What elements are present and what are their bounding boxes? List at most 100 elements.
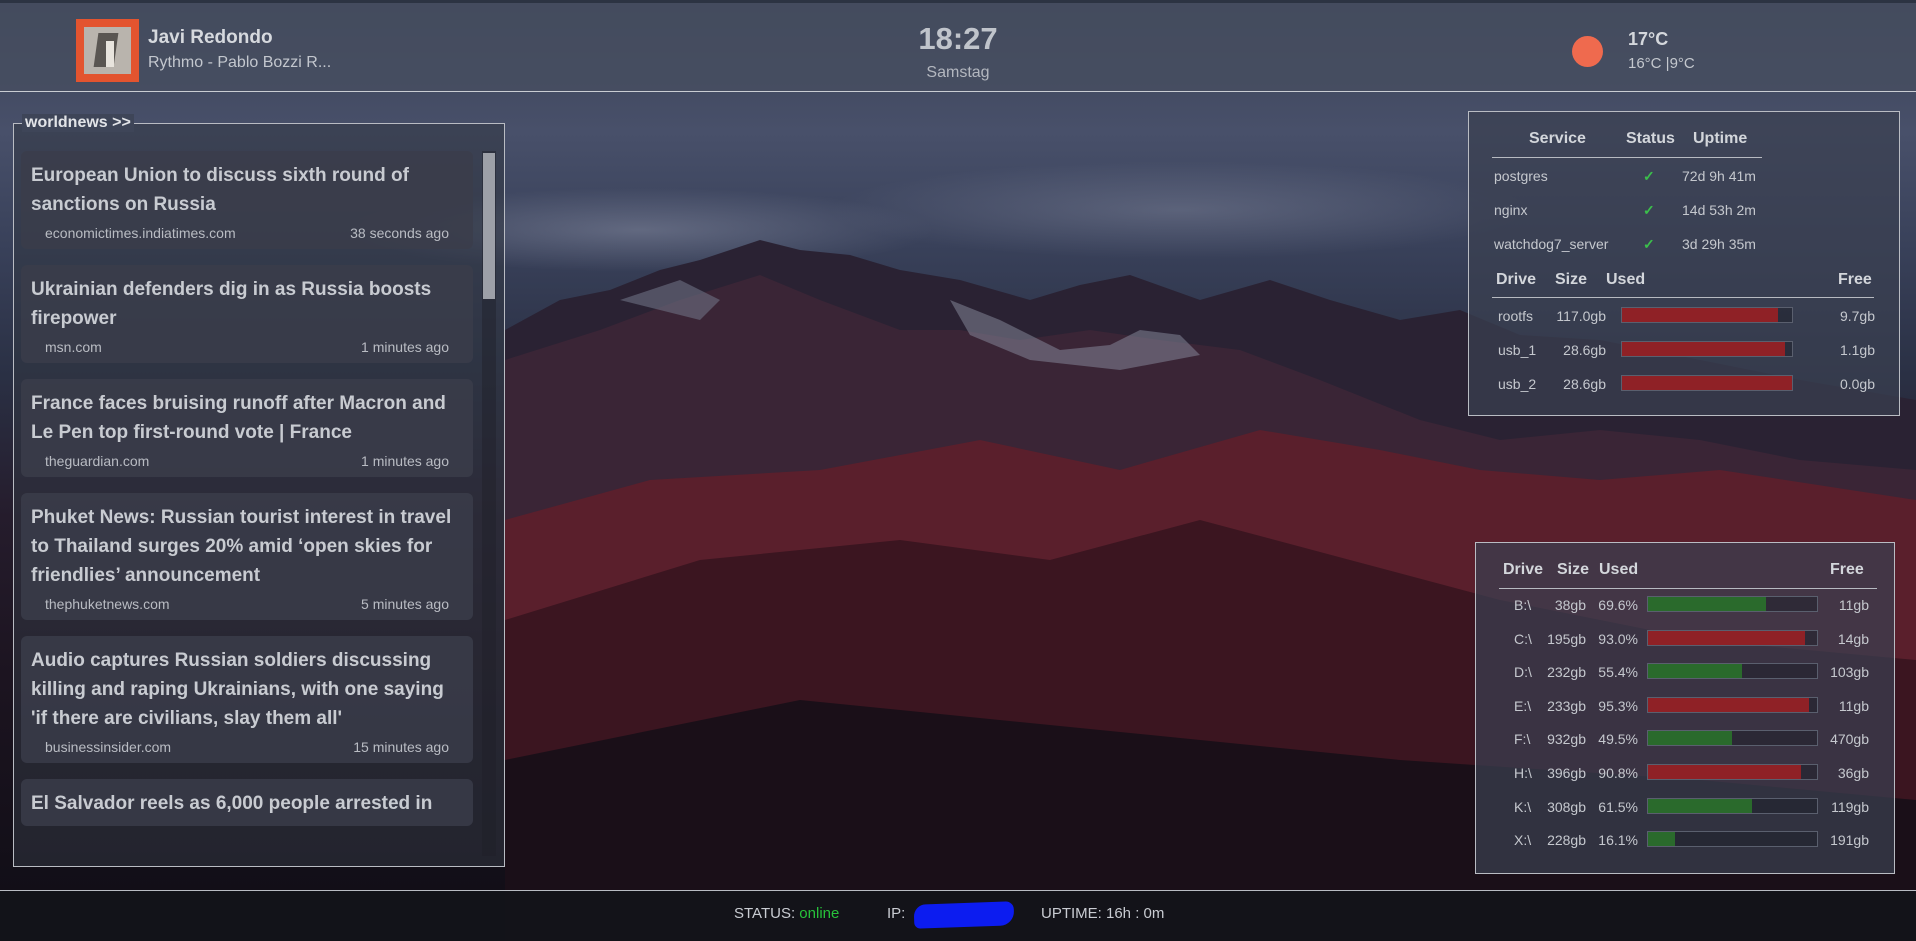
news-card[interactable]: El Salvador reels as 6,000 people arrest… (21, 779, 473, 826)
service-name: watchdog7_server (1494, 236, 1609, 252)
service-name: nginx (1494, 202, 1528, 218)
drive-name: H:\ (1514, 765, 1532, 781)
drive-free: 0.0gb (1839, 376, 1875, 392)
news-time: 1 minutes ago (361, 339, 449, 355)
news-source[interactable]: economictimes.indiatimes.com (45, 225, 236, 241)
service-header: Service (1529, 130, 1586, 147)
news-source[interactable]: businessinsider.com (45, 739, 171, 755)
drive-usage-bar (1647, 629, 1818, 646)
drive-used: 90.8% (1598, 765, 1638, 781)
news-card[interactable]: Audio captures Russian soldiers discussi… (21, 636, 473, 763)
drive-size: 932gb (1547, 731, 1586, 748)
weather-temp: 17°C (1628, 29, 1669, 49)
news-time: 15 minutes ago (353, 739, 449, 755)
drive-usage-fill (1648, 664, 1742, 679)
drive-usage-bar (1621, 375, 1793, 391)
drive-usage-fill (1622, 342, 1786, 356)
news-meta: theguardian.com 1 minutes ago (31, 447, 463, 469)
news-card[interactable]: Phuket News: Russian tourist interest in… (21, 493, 473, 620)
drive-used: 55.4% (1598, 664, 1638, 681)
drive-free: 103gb (1830, 664, 1869, 681)
drive-usage-bar (1621, 341, 1793, 357)
drive-name: K:\ (1514, 798, 1532, 815)
drive-name: usb_2 (1498, 376, 1537, 392)
drive-size: 195gb (1547, 630, 1586, 647)
news-meta: economictimes.indiatimes.com 38 seconds a… (31, 219, 463, 241)
drive-size: 38gb (1554, 597, 1586, 613)
service-uptime: 14d 53h 2m (1682, 202, 1756, 218)
news-time: 38 seconds ago (350, 225, 449, 241)
drive-free: 191gb (1830, 832, 1869, 849)
news-time: 5 minutes ago (361, 596, 449, 612)
drive-usage-bar (1647, 764, 1818, 780)
weather-range: 16°C |9°C (1628, 55, 1695, 72)
uptime-header: Uptime (1693, 130, 1748, 147)
check-icon: ✓ (1643, 202, 1655, 218)
drive-used: 69.6% (1598, 597, 1638, 613)
drive-used: 49.5% (1598, 731, 1638, 748)
news-card[interactable]: France faces bruising runoff after Macro… (21, 379, 473, 477)
drive-usage-bar (1647, 663, 1818, 680)
status-value: online (799, 905, 840, 922)
ip-label: IP: (887, 905, 906, 922)
news-source[interactable]: theguardian.com (45, 453, 149, 469)
drive-size: 28.6gb (1563, 376, 1606, 392)
uptime-text: UPTIME: 16h : 0m (1041, 905, 1165, 922)
drive-free: 14gb (1837, 630, 1869, 647)
news-card[interactable]: Ukrainian defenders dig in as Russia boo… (21, 265, 473, 363)
news-title[interactable]: Audio captures Russian soldiers discussi… (31, 646, 463, 733)
drive-free: 11gb (1838, 697, 1869, 714)
news-source[interactable]: thephuketnews.com (45, 596, 170, 612)
drive-usage-fill (1648, 731, 1732, 746)
news-scrollbar[interactable] (482, 151, 496, 856)
drive-used: 16.1% (1598, 832, 1638, 849)
service-uptime: 3d 29h 35m (1682, 236, 1756, 252)
drive-name: X:\ (1514, 832, 1532, 849)
drive-usage-fill (1648, 765, 1802, 779)
drive-used: 95.3% (1598, 697, 1638, 714)
drive-name: E:\ (1514, 697, 1532, 714)
news-list[interactable]: European Union to discuss sixth round of… (21, 151, 473, 856)
drive-usage-fill (1622, 308, 1779, 322)
drive-name: D:\ (1514, 664, 1532, 681)
ip-redaction (913, 901, 1015, 929)
drive-usage-fill (1648, 597, 1766, 611)
drive-free: 470gb (1830, 731, 1869, 748)
news-title[interactable]: Phuket News: Russian tourist interest in… (31, 503, 463, 590)
service-uptime: 72d 9h 41m (1682, 168, 1756, 184)
drive-size: 233gb (1547, 697, 1586, 714)
news-card[interactable]: European Union to discuss sixth round of… (21, 151, 473, 249)
drive-usage-bar (1647, 696, 1818, 713)
drive-header: Drive (1503, 561, 1544, 578)
drive-usage-bar (1647, 730, 1818, 747)
news-title[interactable]: El Salvador reels as 6,000 people arrest… (31, 789, 463, 818)
drive-name: F:\ (1514, 731, 1531, 748)
drive-usage-fill (1648, 798, 1752, 813)
news-title[interactable]: Ukrainian defenders dig in as Russia boo… (31, 275, 463, 333)
free-header: Free (1830, 561, 1864, 578)
news-title[interactable]: France faces bruising runoff after Macro… (31, 389, 463, 447)
news-source[interactable]: msn.com (45, 339, 102, 355)
local-drives-panel: Drive Size Used Free B:\ 38gb 69.6% 11gb C:\… (1475, 542, 1895, 874)
drive-header-divider (1492, 297, 1874, 298)
news-time: 1 minutes ago (361, 453, 449, 469)
size-header: Size (1555, 271, 1588, 288)
drive-header: Drive (1496, 271, 1537, 288)
drive-usage-bar (1647, 831, 1818, 848)
news-panel-title[interactable]: worldnews >> (22, 114, 134, 132)
drive-name: C:\ (1514, 630, 1532, 647)
drive-usage-fill (1622, 376, 1792, 390)
service-name: postgres (1494, 168, 1548, 184)
news-meta: msn.com 1 minutes ago (31, 333, 463, 355)
drive-name: rootfs (1498, 308, 1534, 324)
drive-free: 9.7gb (1839, 308, 1875, 324)
news-meta: businessinsider.com 15 minutes ago (31, 733, 463, 755)
news-title[interactable]: European Union to discuss sixth round of… (31, 161, 463, 219)
top-bar: Javi Redondo Rythmo - Pablo Bozzi R... 1… (0, 0, 1916, 92)
size-header: Size (1557, 561, 1590, 578)
check-icon: ✓ (1643, 236, 1655, 252)
service-panel: Service Status Uptime postgres ✓ 72d 9h 41… (1468, 111, 1900, 416)
news-scroll-thumb[interactable] (483, 153, 495, 299)
service-header-divider (1492, 157, 1762, 158)
drive-usage-bar (1647, 797, 1818, 814)
